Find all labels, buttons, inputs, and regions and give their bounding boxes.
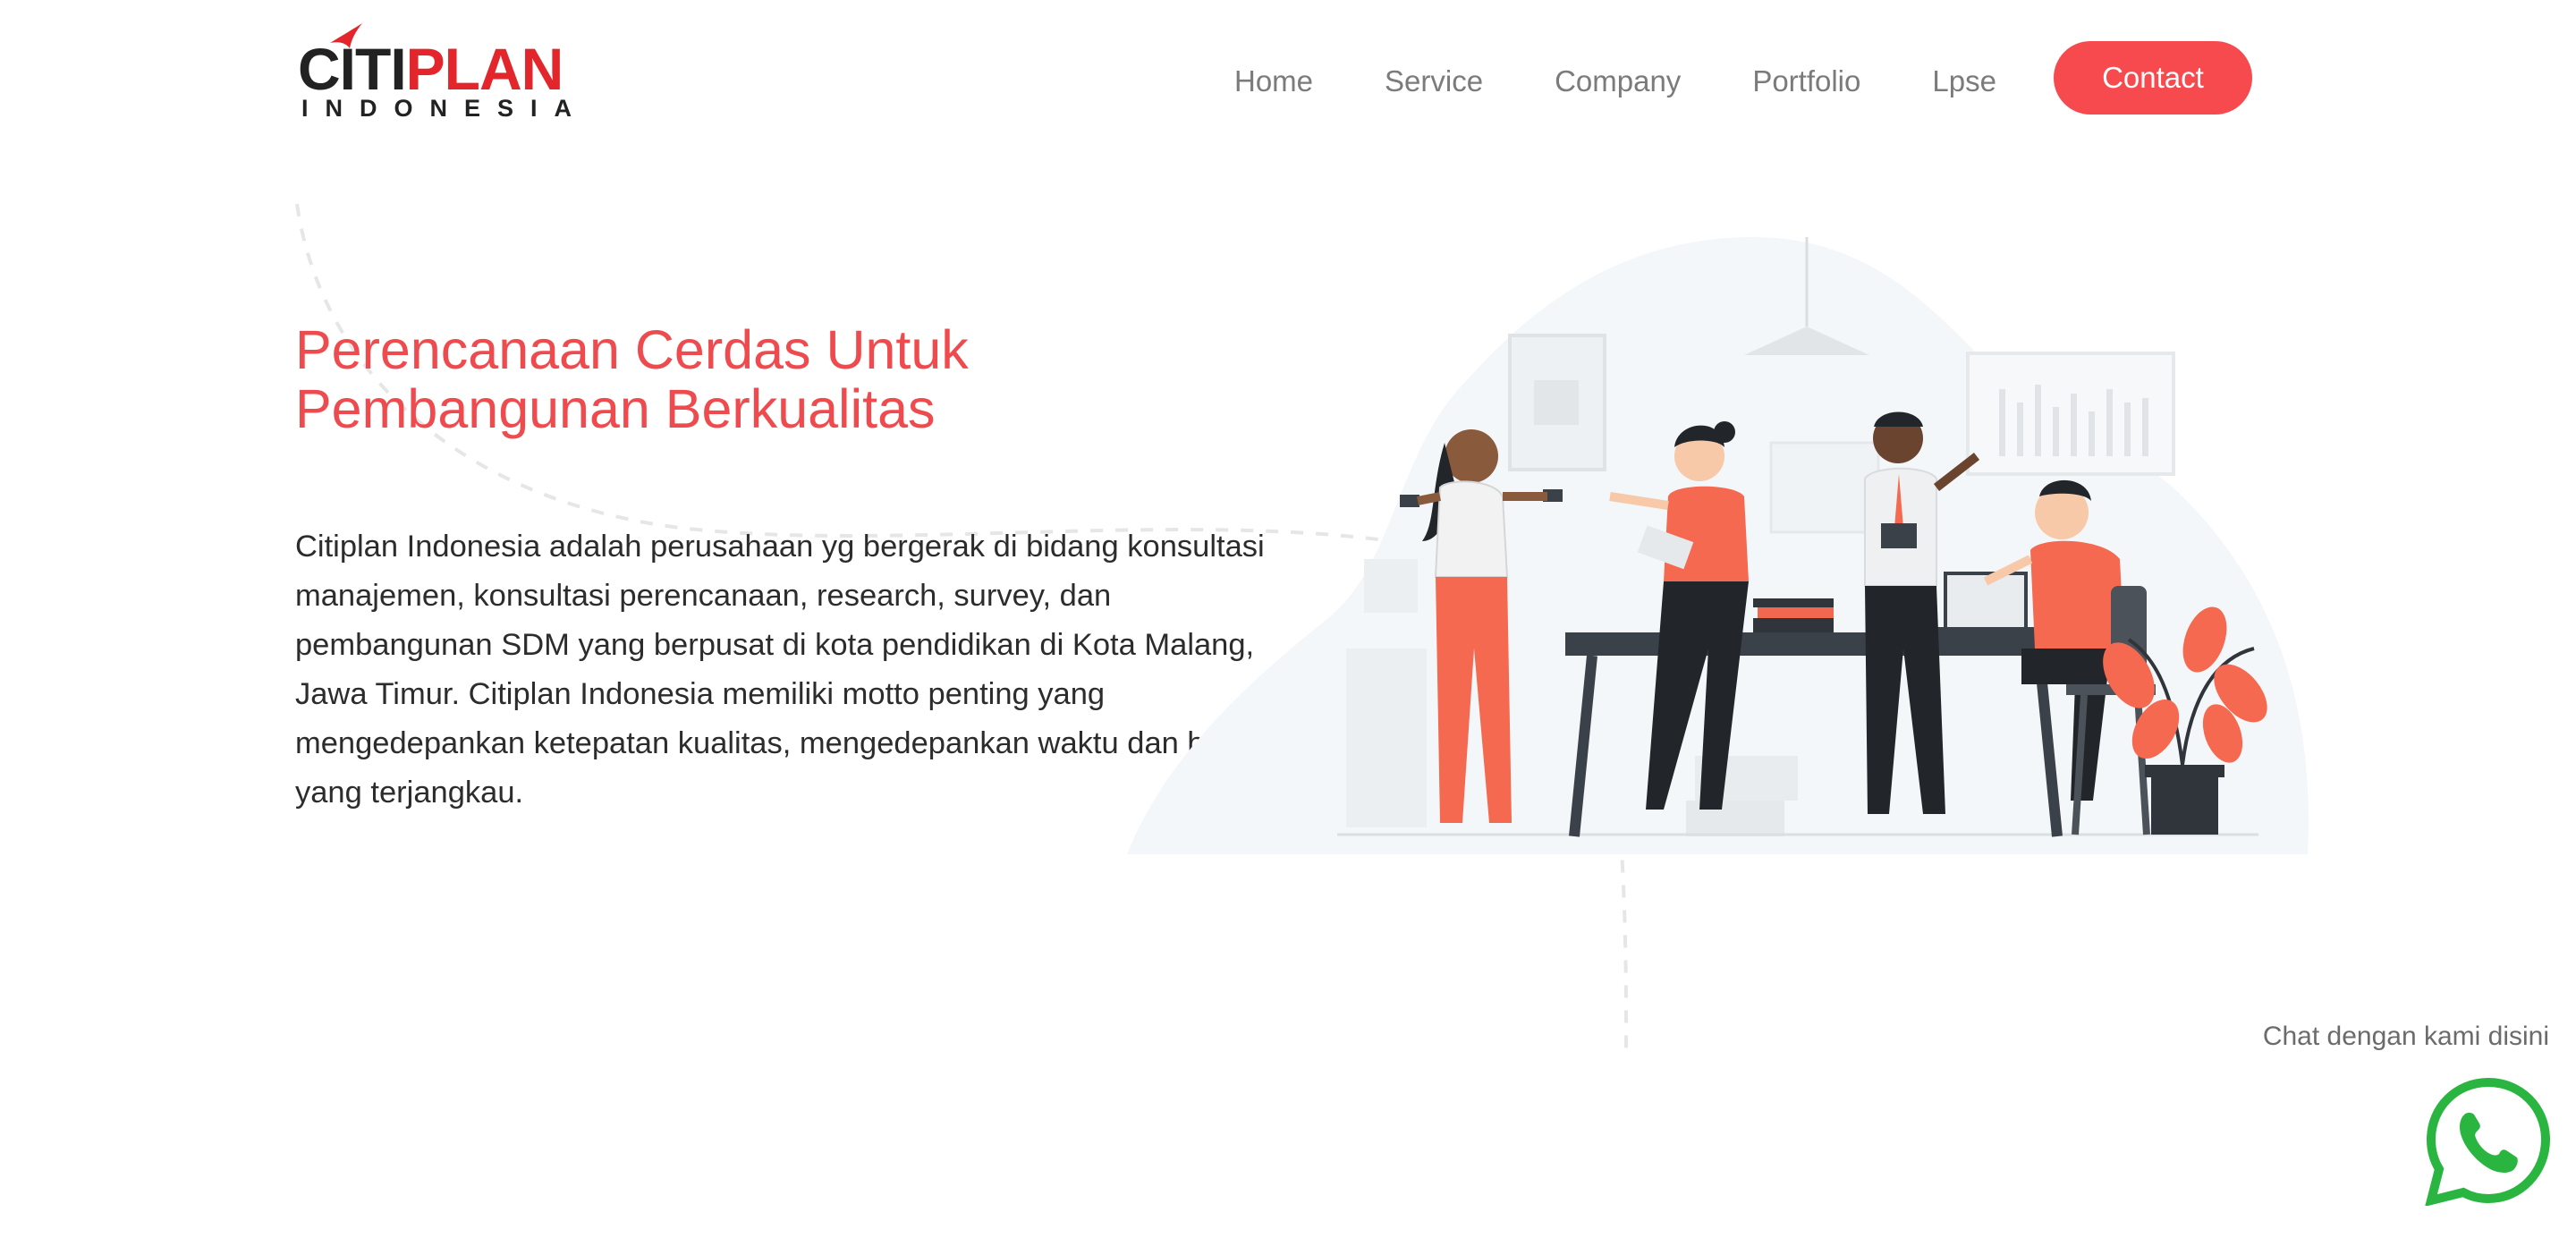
main-nav: Home Service Company Portfolio Lpse Cont…: [1234, 41, 2252, 122]
logo-plan-text: PLAN: [405, 36, 564, 102]
logo-subtitle: INDONESIA: [301, 95, 589, 122]
logo[interactable]: CITIPLAN INDONESIA: [298, 23, 572, 122]
cabinet: [1346, 649, 1427, 827]
chat-label[interactable]: Chat dengan kami disini: [2263, 1022, 2549, 1052]
office-team-illustration: [1127, 237, 2309, 854]
hero-title-line2: Pembangunan Berkualitas: [295, 378, 936, 439]
hero-title: Perencanaan Cerdas Untuk Pembangunan Ber…: [295, 320, 1100, 438]
hero-title-line1: Perencanaan Cerdas Untuk: [295, 319, 969, 380]
landing-page: CITIPLAN INDONESIA Home Service Company …: [0, 0, 2576, 1238]
nav-link-company[interactable]: Company: [1555, 64, 1681, 98]
logo-wordmark: CITIPLAN: [298, 39, 564, 98]
nav-link-service[interactable]: Service: [1385, 64, 1483, 98]
nav-link-portfolio[interactable]: Portfolio: [1752, 64, 1860, 98]
desk: [1565, 632, 2066, 656]
logo-citi-text: CITI: [298, 36, 407, 102]
nav-link-home[interactable]: Home: [1234, 64, 1313, 98]
whatsapp-icon[interactable]: [2424, 1077, 2553, 1206]
contact-button[interactable]: Contact: [2053, 41, 2252, 114]
nav-link-lpse[interactable]: Lpse: [1932, 64, 1996, 98]
